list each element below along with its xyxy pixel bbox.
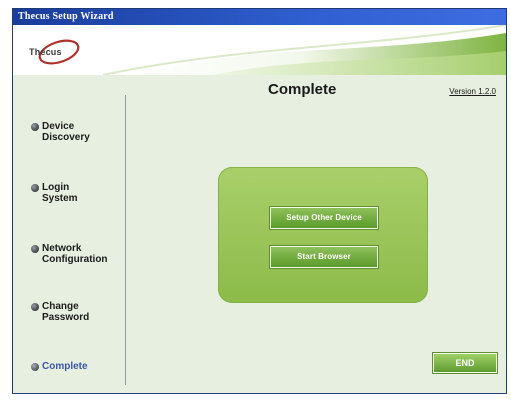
wizard-steps-sidebar: Device Discovery Login System Network Co… <box>13 75 125 393</box>
wizard-body: Device Discovery Login System Network Co… <box>13 75 506 393</box>
step-label: Change Password <box>42 301 90 323</box>
step-label: Network Configuration <box>42 243 108 265</box>
step-bullet-icon <box>31 184 39 192</box>
step-bullet-icon <box>31 123 39 131</box>
completion-panel: Setup Other Device Start Browser <box>218 167 428 303</box>
step-bullet-icon <box>31 245 39 253</box>
version-link[interactable]: Version 1.2.0 <box>449 87 496 96</box>
step-bullet-icon <box>31 363 39 371</box>
banner-swoosh-graphic <box>13 25 506 75</box>
start-browser-button[interactable]: Start Browser <box>269 245 379 269</box>
step-label: Complete <box>42 361 88 372</box>
step-label: Login System <box>42 182 78 204</box>
setup-other-device-button[interactable]: Setup Other Device <box>269 206 379 230</box>
end-button[interactable]: END <box>432 352 498 374</box>
setup-wizard-window: Thecus Setup Wizard Thecus Device Discov… <box>12 8 507 394</box>
logo-text: Thecus <box>29 47 62 57</box>
sidebar-divider <box>125 95 126 385</box>
window-title: Thecus Setup Wizard <box>18 11 114 22</box>
step-label: Device Discovery <box>42 121 90 143</box>
window-title-bar: Thecus Setup Wizard <box>13 9 506 25</box>
step-bullet-icon <box>31 303 39 311</box>
header-banner: Thecus <box>13 25 506 75</box>
page-title: Complete <box>268 81 337 98</box>
thecus-logo: Thecus <box>23 39 83 65</box>
